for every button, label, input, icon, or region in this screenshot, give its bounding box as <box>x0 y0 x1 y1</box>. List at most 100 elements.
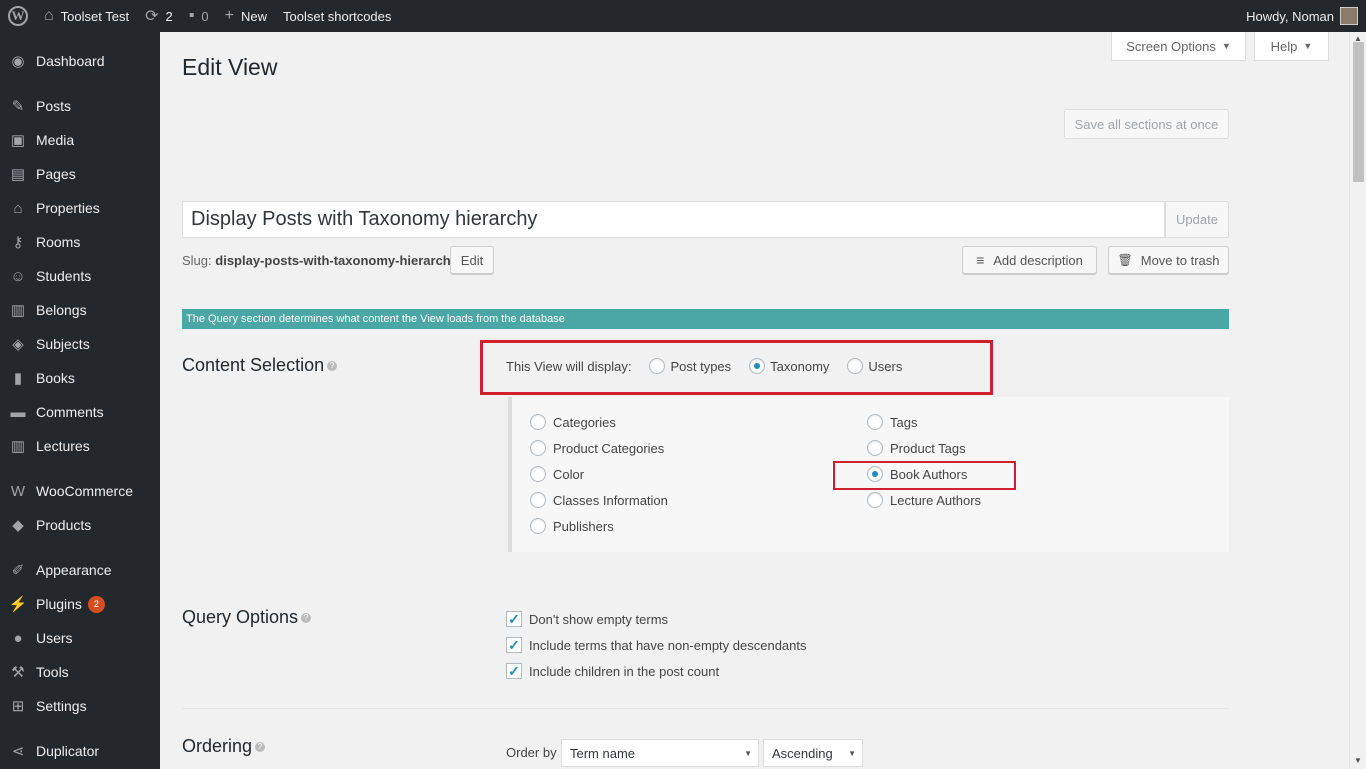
user-icon: ● <box>13 629 23 647</box>
sidebar-item-woocommerce[interactable]: W WooCommerce <box>0 474 160 508</box>
sidebar-item-dashboard[interactable]: ◉ Dashboard <box>0 44 160 78</box>
taxonomy-option-lecture-authors[interactable]: Lecture Authors <box>867 492 981 508</box>
display-option-taxonomy[interactable]: Taxonomy <box>749 358 829 374</box>
display-option-post-types[interactable]: Post types <box>649 358 731 374</box>
sidebar-item-label: Books <box>36 370 75 386</box>
comments-link[interactable]: ▪ 0 <box>181 0 217 32</box>
home-icon: ⌂ <box>44 7 54 24</box>
update-button[interactable]: Update <box>1165 201 1229 238</box>
sidebar-item-pages[interactable]: ▤ Pages <box>0 157 160 191</box>
sidebar-item-comments[interactable]: ▬ Comments <box>0 395 160 429</box>
wrench-icon: ⚒ <box>11 664 25 681</box>
new-content-link[interactable]: + New <box>217 0 275 32</box>
sidebar-item-label: Students <box>36 268 92 284</box>
taxonomy-option-tags[interactable]: Tags <box>867 414 917 430</box>
taxonomy-option-product-categories[interactable]: Product Categories <box>530 440 664 456</box>
toolset-shortcodes-link[interactable]: Toolset shortcodes <box>275 0 399 32</box>
site-name-link[interactable]: ⌂ Toolset Test <box>36 0 137 32</box>
sidebar-item-label: Belongs <box>36 302 87 318</box>
taxonomy-option-classes-information[interactable]: Classes Information <box>530 492 668 508</box>
sidebar-item-plugins[interactable]: ⚡ Plugins 2 <box>0 587 160 621</box>
sidebar-item-students[interactable]: ☺ Students <box>0 259 160 293</box>
query-option-non-empty-descendants[interactable]: ✓ Include terms that have non-empty desce… <box>506 637 807 653</box>
help-icon[interactable]: ? <box>327 361 338 372</box>
document-icon: ▥ <box>10 302 26 319</box>
universal-access-icon: ☺ <box>10 267 26 285</box>
radio-categories[interactable] <box>530 414 546 430</box>
help-icon[interactable]: ? <box>301 613 312 624</box>
settings-icon: ⊞ <box>11 698 25 715</box>
taxonomy-option-product-tags[interactable]: Product Tags <box>867 440 966 456</box>
radio-users[interactable] <box>847 358 864 374</box>
sidebar-item-label: Lectures <box>36 438 90 454</box>
sidebar-item-lectures[interactable]: ▥ Lectures <box>0 429 160 463</box>
order-by-select[interactable]: Term name ▼ <box>561 739 759 767</box>
checkbox-non-empty-descendants[interactable]: ✓ <box>506 637 522 653</box>
view-title-input[interactable]: Display Posts with Taxonomy hierarchy <box>182 201 1165 238</box>
order-direction-select[interactable]: Ascending ▼ <box>763 739 863 767</box>
share-icon: ⋖ <box>11 743 25 760</box>
query-option-children-count[interactable]: ✓ Include children in the post count <box>506 663 719 679</box>
updates-link[interactable]: ⟳ 2 <box>137 0 181 32</box>
radio-tags[interactable] <box>867 414 883 430</box>
save-all-sections-button[interactable]: Save all sections at once <box>1064 109 1229 139</box>
taxonomy-option-color[interactable]: Color <box>530 466 584 482</box>
scrollbar-thumb[interactable] <box>1353 42 1364 182</box>
radio-product-categories[interactable] <box>530 440 546 456</box>
pin-icon: ✎ <box>11 98 25 115</box>
move-to-trash-button[interactable]: 🗑 Move to trash <box>1108 246 1229 274</box>
sidebar-item-belongs[interactable]: ▥ Belongs <box>0 293 160 327</box>
screen-options-button[interactable]: Screen Options ▼ <box>1111 32 1246 61</box>
taxonomy-option-book-authors[interactable]: Book Authors <box>867 466 967 482</box>
sidebar-item-label: Users <box>36 630 73 646</box>
sidebar-item-label: Pages <box>36 166 76 182</box>
document-icon: ▥ <box>10 438 26 455</box>
sidebar-item-label: Posts <box>36 98 72 114</box>
help-button[interactable]: Help ▼ <box>1254 32 1329 61</box>
sidebar-item-duplicator[interactable]: ⋖ Duplicator <box>0 734 160 768</box>
sidebar-item-rooms[interactable]: ⚷ Rooms <box>0 225 160 259</box>
edit-slug-button[interactable]: Edit <box>450 246 494 274</box>
page-scrollbar[interactable]: ▲ ▼ <box>1349 32 1366 769</box>
taxonomy-option-publishers[interactable]: Publishers <box>530 518 614 534</box>
sidebar-item-tools[interactable]: ⚒ Tools <box>0 655 160 689</box>
key-icon: ⚷ <box>12 234 24 251</box>
radio-publishers[interactable] <box>530 518 546 534</box>
checkbox-children-count[interactable]: ✓ <box>506 663 522 679</box>
query-option-hide-empty[interactable]: ✓ Don't show empty terms <box>506 611 668 627</box>
radio-book-authors[interactable] <box>867 466 883 482</box>
sidebar-item-media[interactable]: ▣ Media <box>0 123 160 157</box>
ordering-title: Ordering? <box>182 736 266 757</box>
admin-bar: W ⌂ Toolset Test ⟳ 2 ▪ 0 + New Toolset s… <box>0 0 1366 32</box>
sidebar-item-appearance[interactable]: ✐ Appearance <box>0 553 160 587</box>
radio-classes-information[interactable] <box>530 492 546 508</box>
sidebar-item-products[interactable]: ◆ Products <box>0 508 160 542</box>
sidebar-item-users[interactable]: ● Users <box>0 621 160 655</box>
sidebar-item-subjects[interactable]: ◈ Subjects <box>0 327 160 361</box>
slug-value: display-posts-with-taxonomy-hierarchy <box>215 253 458 268</box>
radio-post-types[interactable] <box>649 358 666 374</box>
checkbox-hide-empty[interactable]: ✓ <box>506 611 522 627</box>
sidebar-item-settings[interactable]: ⊞ Settings <box>0 689 160 723</box>
sidebar-item-books[interactable]: ▮ Books <box>0 361 160 395</box>
sidebar-item-posts[interactable]: ✎ Posts <box>0 89 160 123</box>
radio-taxonomy[interactable] <box>749 358 766 374</box>
tags-icon: ◈ <box>12 336 24 353</box>
book-icon: ▮ <box>13 370 23 387</box>
query-info-bar: The Query section determines what conten… <box>182 309 1229 329</box>
help-icon[interactable]: ? <box>255 742 266 753</box>
radio-lecture-authors[interactable] <box>867 492 883 508</box>
wordpress-logo-icon[interactable]: W <box>0 0 36 32</box>
radio-product-tags[interactable] <box>867 440 883 456</box>
caret-down-icon: ▼ <box>1221 41 1231 51</box>
plugin-icon: ⚡ <box>8 596 28 613</box>
scroll-down-arrow-icon[interactable]: ▼ <box>1354 756 1362 765</box>
taxonomy-option-categories[interactable]: Categories <box>530 414 616 430</box>
home-icon: ⌂ <box>13 199 23 217</box>
trash-icon: 🗑 <box>1117 253 1133 267</box>
my-account-link[interactable]: Howdy, Noman <box>1238 0 1366 32</box>
radio-color[interactable] <box>530 466 546 482</box>
display-option-users[interactable]: Users <box>847 358 902 374</box>
sidebar-item-properties[interactable]: ⌂ Properties <box>0 191 160 225</box>
add-description-button[interactable]: ≡ Add description <box>962 246 1097 274</box>
